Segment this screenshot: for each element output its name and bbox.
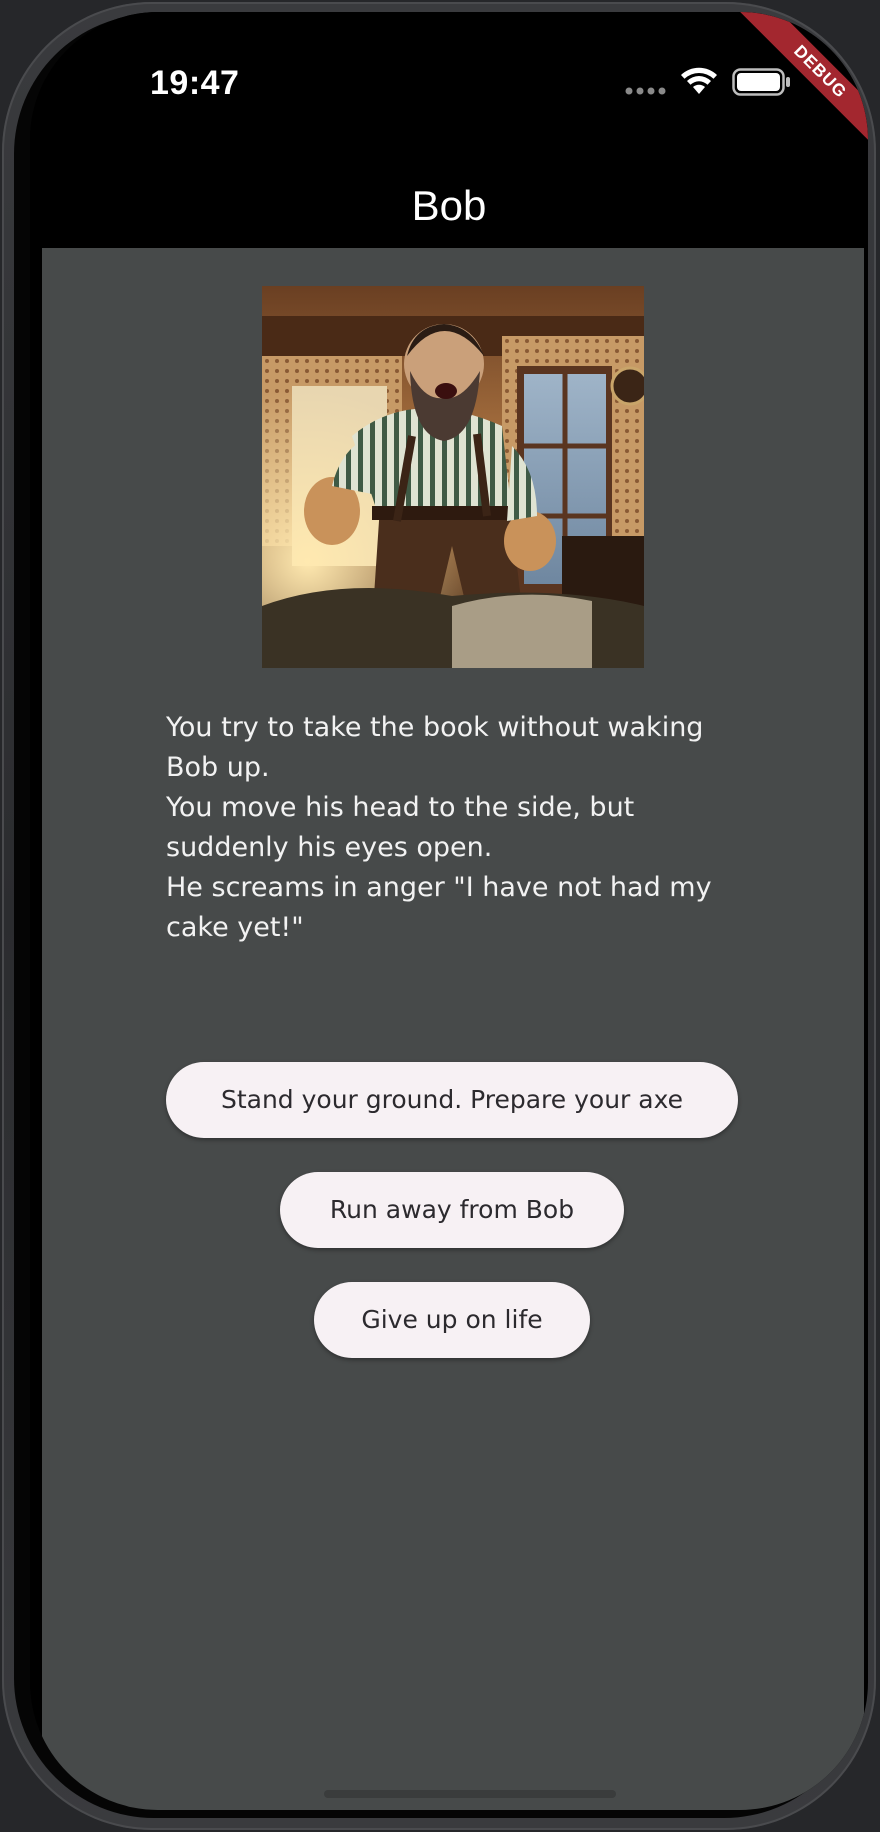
scene-image [262, 286, 644, 668]
give-up-button[interactable]: Give up on life [314, 1282, 590, 1358]
story-content: You try to take the book without waking … [42, 248, 864, 1810]
stand-your-ground-button[interactable]: Stand your ground. Prepare your axe [166, 1062, 738, 1138]
app-bar: Bob [30, 152, 868, 260]
battery-icon [732, 68, 790, 96]
page-title: Bob [411, 182, 487, 229]
angry-bearded-man-illustration [262, 286, 644, 668]
device-screen: 19:47 DEBUG Bob You try to take the book… [30, 12, 868, 1810]
run-away-button[interactable]: Run away from Bob [280, 1172, 624, 1248]
story-text: You try to take the book without waking … [166, 712, 712, 943]
wifi-icon [681, 67, 717, 94]
status-bar: 19:47 DEBUG [30, 12, 868, 153]
cellular-signal-icon [625, 87, 666, 95]
home-indicator[interactable] [324, 1790, 616, 1798]
status-time: 19:47 [150, 64, 240, 102]
